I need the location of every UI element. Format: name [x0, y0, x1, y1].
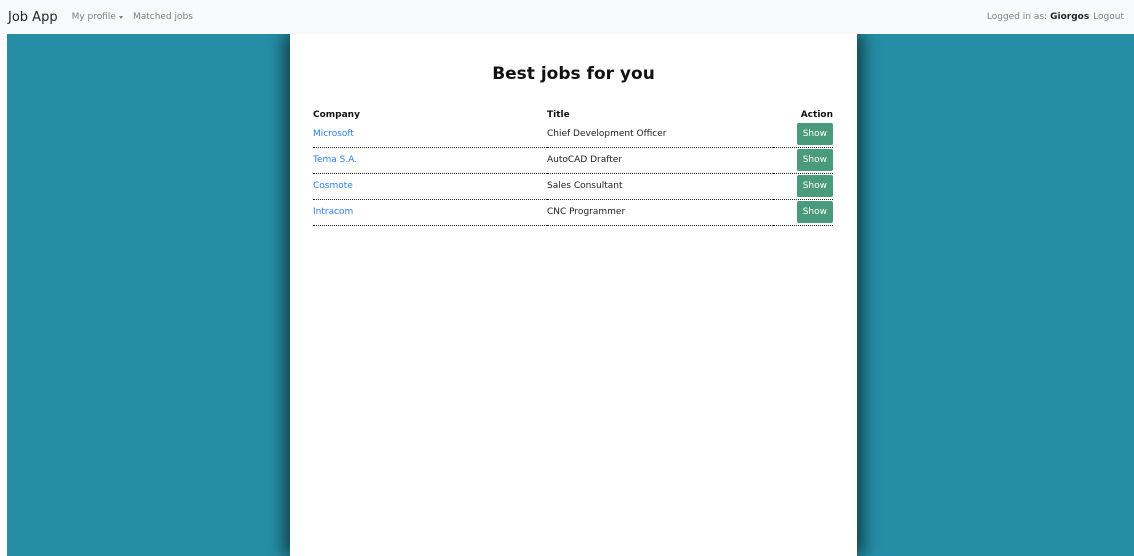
job-title: Chief Development Officer: [547, 121, 773, 148]
logged-in-label: Logged in as:: [986, 12, 1048, 22]
table-header-row: Company Title Action: [313, 109, 833, 121]
table-row: Microsoft Chief Development Officer Show: [313, 121, 833, 148]
show-button[interactable]: Show: [796, 122, 833, 145]
show-button[interactable]: Show: [796, 149, 833, 171]
page-title: Best jobs for you: [492, 64, 655, 84]
action-cell: Show: [773, 199, 833, 226]
user-status: Logged in as: Giorgos Logout: [987, 12, 1124, 22]
company-link[interactable]: Cosmote: [313, 173, 547, 200]
caret-down-icon: [118, 15, 123, 19]
show-button[interactable]: Show: [796, 201, 833, 223]
username: Giorgos: [1050, 12, 1090, 22]
job-title: CNC Programmer: [547, 199, 773, 226]
action-cell: Show: [773, 121, 833, 148]
job-title: AutoCAD Drafter: [547, 147, 773, 174]
table-row: Tema S.A. AutoCAD Drafter Show: [313, 147, 833, 174]
company-link[interactable]: Microsoft: [313, 121, 547, 148]
top-navbar: Job App My profile Matched jobs Logged i…: [0, 0, 1134, 34]
nav-my-profile-label: My profile: [71, 12, 116, 22]
job-title: Sales Consultant: [547, 173, 773, 200]
logout-link[interactable]: Logout: [1093, 12, 1124, 22]
column-header-company: Company: [313, 110, 360, 120]
nav-matched-jobs[interactable]: Matched jobs: [133, 12, 193, 22]
content-panel: Best jobs for you Company Title Action M…: [290, 34, 857, 556]
nav-my-profile-dropdown[interactable]: My profile: [72, 12, 123, 22]
brand-link[interactable]: Job App: [8, 10, 58, 25]
jobs-table: Company Title Action Microsoft Chief Dev…: [313, 109, 833, 226]
action-cell: Show: [773, 147, 833, 174]
column-header-title: Title: [547, 110, 570, 120]
action-cell: Show: [773, 173, 833, 200]
column-header-action: Action: [800, 110, 833, 120]
company-link[interactable]: Tema S.A.: [313, 147, 547, 174]
table-row: Intracom CNC Programmer Show: [313, 199, 833, 226]
table-row: Cosmote Sales Consultant Show: [313, 173, 833, 200]
show-button[interactable]: Show: [796, 175, 833, 197]
company-link[interactable]: Intracom: [313, 199, 547, 226]
